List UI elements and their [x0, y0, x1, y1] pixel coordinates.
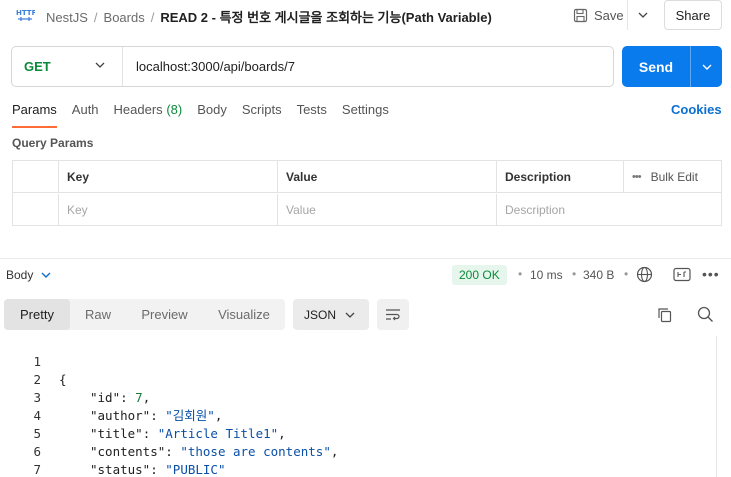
separator-dot: • — [572, 267, 577, 281]
tab-label: Headers — [113, 102, 163, 117]
method-select[interactable]: GET — [12, 47, 123, 86]
url-bar: GET — [11, 46, 614, 87]
view-pretty[interactable]: Pretty — [4, 299, 70, 330]
save-response-icon[interactable] — [673, 267, 691, 282]
url-input[interactable] — [136, 59, 596, 74]
save-button[interactable]: Save — [573, 5, 624, 25]
chevron-down-icon — [41, 272, 51, 278]
line-number: 7 — [33, 462, 41, 477]
view-raw[interactable]: Raw — [70, 299, 126, 330]
description-input[interactable]: Description — [496, 194, 623, 226]
tab-settings[interactable]: Settings — [342, 102, 389, 128]
tab-label: Scripts — [241, 102, 282, 117]
code-line: 7 } — [0, 443, 716, 477]
tab-headers[interactable]: Headers (8) — [114, 102, 183, 128]
breadcrumb-separator: / — [93, 10, 98, 25]
more-dots-icon: ••• — [632, 171, 642, 183]
more-options-icon[interactable]: ••• — [702, 266, 720, 282]
headers-count: (8) — [166, 102, 183, 117]
breadcrumb: NestJS / Boards / READ 2 - 특정 번호 게시글을 조회하는 기… — [46, 7, 492, 26]
save-options-button[interactable] — [627, 0, 657, 30]
bulk-edit-button[interactable]: ••• Bulk Edit — [623, 161, 721, 193]
tab-auth[interactable]: Auth — [72, 102, 99, 128]
response-body-label: Body — [6, 268, 34, 282]
code-line: 4 "title": "Article Title1", — [0, 389, 716, 441]
method-label: GET — [24, 59, 51, 74]
response-body-code[interactable]: 1 { 2 "id": 7, 3 "author": "김회원", 4 "tit… — [0, 335, 716, 477]
column-header-key: Key — [58, 161, 277, 193]
value-input[interactable]: Value — [277, 194, 496, 226]
globe-icon[interactable] — [636, 266, 653, 283]
send-button[interactable]: Send — [622, 46, 690, 87]
code-line: 3 "author": "김회원", — [0, 371, 716, 423]
tab-tests[interactable]: Tests — [297, 102, 327, 128]
bulk-edit-label: Bulk Edit — [650, 170, 698, 184]
request-tabs: Params Auth Headers (8) Body Scripts Tes… — [12, 102, 404, 128]
copy-icon[interactable] — [657, 307, 673, 323]
chevron-down-icon — [345, 312, 355, 318]
chevron-down-icon — [638, 12, 647, 18]
response-view-tabs: Pretty Raw Preview Visualize — [4, 299, 285, 330]
code-line: 5 "contents": "those are contents", — [0, 407, 716, 459]
tab-label: Body — [197, 102, 227, 117]
tab-params[interactable]: Params — [12, 102, 57, 128]
tab-label: Params — [12, 102, 57, 117]
query-params-title: Query Params — [12, 136, 94, 150]
chevron-down-icon — [95, 62, 105, 68]
response-size[interactable]: 340 B — [583, 268, 614, 282]
breadcrumb-collection[interactable]: NestJS — [46, 10, 88, 25]
http-request-icon: HTTP — [16, 9, 35, 21]
column-header-description: Description — [496, 161, 623, 193]
response-body-select[interactable]: Body — [6, 268, 51, 282]
wrap-lines-button[interactable] — [377, 299, 409, 330]
send-button-group: Send — [622, 46, 722, 87]
share-button[interactable]: Share — [664, 0, 722, 30]
chevron-down-icon — [702, 64, 711, 70]
json-key: "status" — [90, 462, 151, 477]
status-badge[interactable]: 200 OK — [452, 265, 507, 285]
request-header: HTTP NestJS / Boards / READ 2 - 특정 번호 게시글을 조… — [0, 0, 731, 32]
svg-text:HTTP: HTTP — [16, 9, 35, 17]
column-header-value: Value — [277, 161, 496, 193]
response-time[interactable]: 10 ms — [530, 268, 563, 282]
view-preview[interactable]: Preview — [126, 299, 203, 330]
request-title[interactable]: READ 2 - 특정 번호 게시글을 조회하는 기능(Path Variabl… — [160, 10, 491, 25]
tab-label: Tests — [296, 102, 327, 117]
checkbox-column-header — [13, 161, 59, 193]
tab-label: Auth — [71, 102, 99, 117]
format-label: JSON — [304, 307, 337, 322]
cookies-link[interactable]: Cookies — [671, 102, 722, 117]
code-line: 2 "id": 7, — [0, 353, 716, 405]
row-checkbox-cell — [13, 194, 59, 226]
json-string: "PUBLIC" — [165, 462, 226, 477]
code-line: 1 { — [0, 335, 716, 387]
breadcrumb-separator: / — [150, 10, 155, 25]
vertical-scrollbar[interactable] — [716, 336, 717, 477]
separator-dot: • — [624, 267, 629, 281]
view-visualize[interactable]: Visualize — [203, 299, 285, 330]
tab-scripts[interactable]: Scripts — [242, 102, 282, 128]
query-params-table: Key Value Description ••• Bulk Edit Key V… — [12, 160, 722, 226]
table-header-row: Key Value Description ••• Bulk Edit — [13, 161, 721, 193]
save-label: Save — [594, 7, 624, 23]
tab-body[interactable]: Body — [197, 102, 227, 128]
breadcrumb-folder[interactable]: Boards — [104, 10, 145, 25]
send-options-button[interactable] — [690, 46, 722, 87]
code-line: 6 "status": "PUBLIC" — [0, 425, 716, 477]
key-input[interactable]: Key — [58, 194, 277, 226]
search-icon[interactable] — [697, 306, 714, 323]
save-icon — [573, 8, 588, 22]
pane-divider[interactable] — [0, 258, 731, 259]
tab-label: Settings — [341, 102, 389, 117]
table-row: Key Value Description — [13, 194, 721, 226]
format-select[interactable]: JSON — [293, 299, 369, 330]
separator-dot: • — [518, 267, 523, 281]
wrap-lines-icon — [386, 309, 400, 321]
